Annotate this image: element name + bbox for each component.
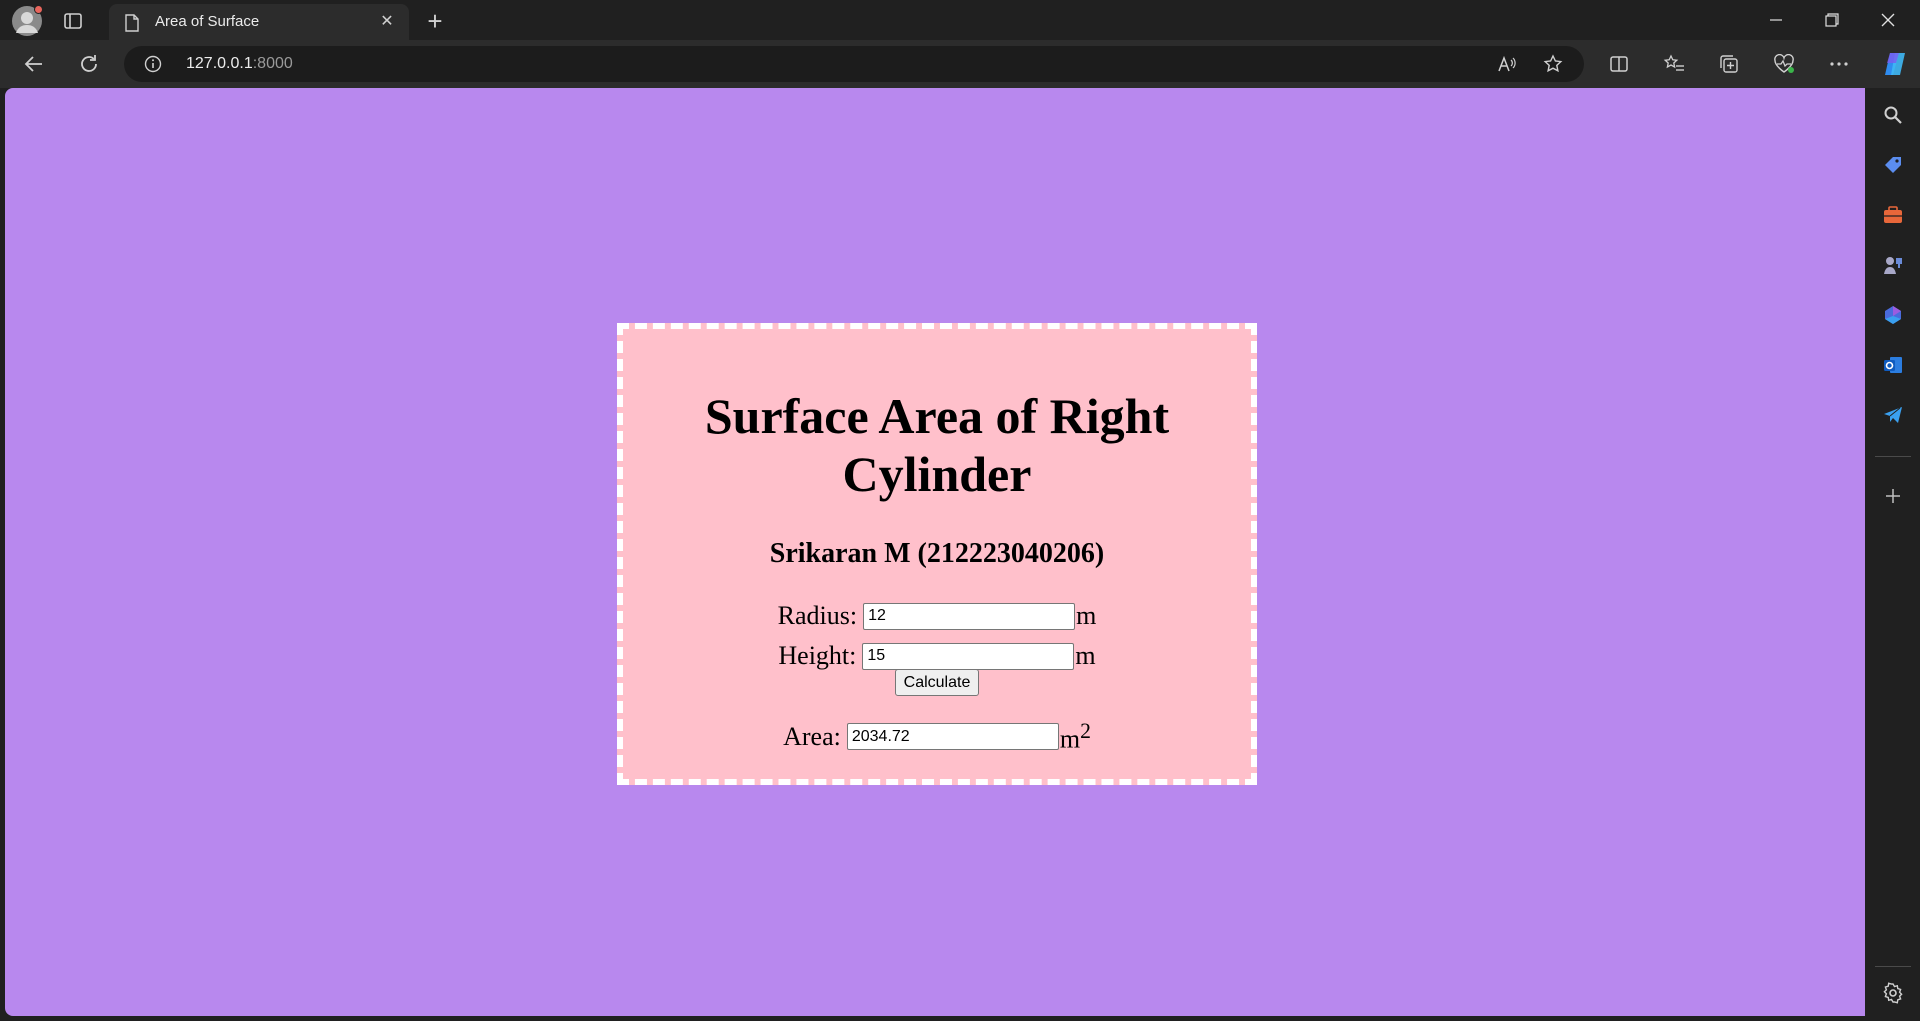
edge-sidebar [1866, 88, 1920, 1021]
page-icon [124, 14, 140, 32]
send-telegram-icon[interactable] [1881, 403, 1905, 427]
sidebar-divider [1875, 966, 1911, 967]
new-tab-button[interactable]: + [420, 6, 450, 36]
area-unit-base: m [1059, 724, 1081, 754]
radius-input[interactable] [863, 602, 1076, 630]
tab-active[interactable]: Area of Surface ✕ [109, 4, 409, 40]
author-subtitle: Srikaran M (212223040206) [769, 538, 1105, 569]
area-output[interactable] [846, 723, 1059, 751]
title-bar: Area of Surface ✕ + [0, 0, 1920, 40]
button-row: Calculate [623, 669, 1251, 696]
page-title: Surface Area of Right Cylinder [623, 387, 1251, 503]
height-row: Height: m [623, 641, 1251, 671]
notification-dot-icon [34, 5, 43, 14]
url-text[interactable]: 127.0.0.1:8000 [186, 55, 293, 73]
outlook-icon[interactable] [1881, 353, 1905, 377]
height-input[interactable] [862, 642, 1075, 670]
favorite-star-icon[interactable] [1542, 53, 1564, 75]
url-host: 127.0.0.1 [186, 55, 253, 72]
tab-actions-icon[interactable] [60, 8, 86, 34]
shopping-tag-icon[interactable] [1881, 153, 1905, 177]
games-icon[interactable] [1881, 253, 1905, 277]
radius-unit: m [1076, 601, 1097, 630]
settings-gear-icon[interactable] [1881, 981, 1905, 1005]
site-info-icon[interactable] [144, 55, 162, 73]
minimize-icon[interactable] [1748, 0, 1804, 40]
close-window-icon[interactable] [1860, 0, 1916, 40]
tools-briefcase-icon[interactable] [1881, 203, 1905, 227]
area-unit: m2 [1060, 719, 1091, 755]
radius-row: Radius: m [623, 601, 1251, 631]
height-label: Height: [778, 641, 857, 670]
microsoft365-icon[interactable] [1881, 303, 1905, 327]
area-unit-power: 2 [1080, 719, 1091, 743]
read-aloud-icon[interactable] [1496, 53, 1518, 75]
profile-avatar-icon[interactable] [12, 5, 43, 36]
address-bar[interactable]: 127.0.0.1:8000 [124, 46, 1584, 82]
navigation-toolbar: 127.0.0.1:8000 [0, 40, 1920, 88]
restore-icon[interactable] [1804, 0, 1860, 40]
back-arrow-icon[interactable] [18, 48, 50, 80]
add-icon[interactable] [1881, 484, 1905, 508]
calculate-button[interactable]: Calculate [894, 669, 980, 696]
copilot-icon[interactable] [1880, 49, 1910, 79]
tab-title: Area of Surface [155, 13, 260, 30]
height-unit: m [1075, 641, 1096, 670]
search-icon[interactable] [1881, 103, 1905, 127]
radius-label: Radius: [777, 601, 858, 630]
url-port: :8000 [252, 55, 293, 72]
sidebar-divider [1875, 456, 1911, 457]
area-row: Area: m2 [623, 719, 1251, 755]
page-viewport: Surface Area of Right Cylinder Srikaran M… [5, 88, 1865, 1016]
collections-icon[interactable] [1717, 52, 1741, 76]
page-title-line2: Cylinder [842, 446, 1032, 502]
browser-window: Area of Surface ✕ + 127.0.0.1:8000 Surfa… [0, 0, 1920, 1021]
tab-close-icon[interactable]: ✕ [377, 12, 397, 32]
page-title-line1: Surface Area of Right [704, 388, 1170, 444]
more-options-icon[interactable] [1827, 52, 1851, 76]
calculator-card: Surface Area of Right Cylinder Srikaran M… [617, 323, 1257, 785]
browser-essentials-icon[interactable] [1772, 52, 1796, 76]
reload-icon[interactable] [73, 48, 105, 80]
split-screen-icon[interactable] [1607, 52, 1631, 76]
favorites-list-icon[interactable] [1662, 52, 1686, 76]
area-label: Area: [783, 721, 841, 751]
